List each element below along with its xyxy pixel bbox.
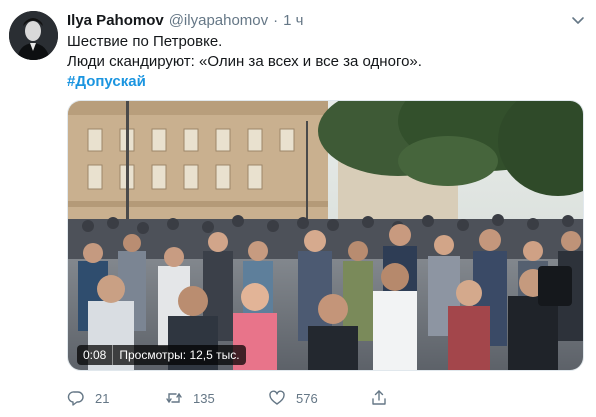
reply-button[interactable]: 21: [67, 387, 109, 409]
hashtag-link[interactable]: #Допускай: [67, 72, 422, 92]
reply-count: 21: [95, 390, 110, 406]
tweet[interactable]: Ilya Pahomov @ilyapahomov · 1 ч Шествие …: [0, 0, 596, 417]
avatar[interactable]: [9, 11, 58, 60]
tweet-text: Шествие по Петровке. Люди скандируют: «О…: [67, 32, 422, 92]
heart-icon: [269, 390, 285, 405]
separator-dot: ·: [273, 11, 279, 29]
share-button[interactable]: [370, 387, 398, 409]
video-info-badge: 0:08 Просмотры: 12,5 тыс.: [77, 345, 246, 365]
reply-icon: [67, 391, 84, 406]
video-player[interactable]: [67, 100, 584, 371]
like-button[interactable]: 576: [268, 387, 318, 409]
retweet-icon: [166, 393, 182, 403]
tweet-header: Ilya Pahomov @ilyapahomov · 1 ч: [67, 10, 303, 30]
video-frame: [68, 101, 583, 370]
tweet-timestamp[interactable]: 1 ч: [283, 12, 303, 29]
video-view-count: Просмотры: 12,5 тыс.: [119, 348, 240, 362]
video-duration: 0:08: [83, 348, 107, 362]
share-icon: [372, 390, 386, 405]
retweet-button[interactable]: 135: [165, 387, 215, 409]
like-count: 576: [296, 390, 318, 406]
display-name[interactable]: Ilya Pahomov: [67, 12, 164, 29]
chevron-down-icon[interactable]: [568, 10, 588, 30]
tweet-text-line: Шествие по Петровке.: [67, 33, 223, 50]
tweet-actions: 21 135 576: [67, 387, 447, 409]
user-handle[interactable]: @ilyapahomov: [169, 12, 268, 29]
tweet-text-line: Люди скандируют: «Олин за всех и все за …: [67, 53, 422, 70]
retweet-count: 135: [193, 390, 215, 406]
